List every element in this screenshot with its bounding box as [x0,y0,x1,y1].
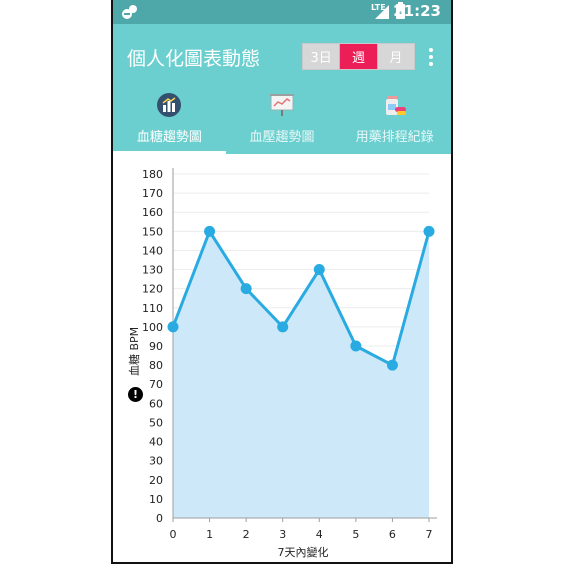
y-tick-label: 40 [149,436,163,449]
x-tick-label: 4 [316,528,323,541]
x-tick-label: 1 [206,528,213,541]
y-tick-label: 110 [142,302,163,315]
blood-sugar-chart: 0 10 20 30 40 50 60 70 80 90 100 110 120 130 140 150 160… [113,154,451,562]
y-tick-label: 100 [142,321,163,334]
y-tick-label: 50 [149,416,163,429]
y-tick-label: 20 [149,474,163,487]
app-bar: 個人化圖表動態 3日 週 月 血糖趨勢圖 血壓趨勢圖 用藥排程紀錄 [113,24,451,154]
phone-screen: LTE ! 21:23 個人化圖表動態 3日 週 月 血糖趨勢圖 血壓趨勢圖 用… [111,0,453,564]
y-tick-label: 130 [142,264,163,277]
bar-chart-icon [157,93,182,117]
overflow-menu-icon[interactable] [426,46,436,68]
y-tick-label: 60 [149,397,163,410]
x-axis-label: 7天內變化 [277,546,329,559]
tab-label: 血壓趨勢圖 [249,130,315,145]
data-point [386,359,398,371]
x-tick-label: 7 [426,528,433,541]
data-point [204,225,216,237]
presentation-board-icon [270,94,294,116]
range-3day-button[interactable]: 3日 [303,44,340,69]
tab-blood-sugar[interactable]: 血糖趨勢圖 [113,86,226,154]
signal-icon [375,5,389,19]
data-point [167,321,179,333]
notification-app-icon [122,5,137,19]
warning-icon[interactable]: ! [128,387,143,402]
y-tick-label: 120 [142,283,163,296]
tab-label: 用藥排程紀錄 [355,130,434,145]
range-toggle: 3日 週 月 [302,43,415,70]
y-tick-label: 0 [156,512,163,525]
page-title: 個人化圖表動態 [127,48,261,70]
x-tick-label: 6 [389,528,396,541]
series-area [173,231,429,518]
tab-medication[interactable]: 用藥排程紀錄 [338,86,451,154]
range-month-button[interactable]: 月 [376,44,414,69]
clock: 21:23 [393,2,441,20]
y-tick-label: 80 [149,359,163,372]
data-point [423,225,435,237]
x-tick-label: 0 [170,528,177,541]
status-bar: LTE ! 21:23 [113,0,451,24]
y-tick-label: 170 [142,187,163,200]
y-tick-label: 90 [149,340,163,353]
y-axis-label: 血糖 BPM [128,326,141,376]
tab-label: 血糖趨勢圖 [136,130,202,145]
x-tick-label: 2 [243,528,250,541]
tab-blood-pressure[interactable]: 血壓趨勢圖 [226,86,339,154]
data-point [313,264,325,276]
data-point [277,321,289,333]
y-tick-label: 140 [142,244,163,257]
y-tick-label: 150 [142,225,163,238]
data-point [350,340,362,352]
range-week-button[interactable]: 週 [339,44,377,69]
y-tick-label: 180 [142,168,163,181]
y-tick-label: 70 [149,378,163,391]
y-tick-label: 30 [149,455,163,468]
pill-bottle-icon [385,96,406,115]
tab-bar: 血糖趨勢圖 血壓趨勢圖 用藥排程紀錄 [113,86,451,154]
y-tick-label: 10 [149,493,163,506]
x-tick-label: 5 [352,528,359,541]
chart-canvas: 0102030405060708090100110120130140150160… [142,168,437,541]
y-tick-label: 160 [142,206,163,219]
data-point [240,283,252,295]
x-tick-label: 3 [279,528,286,541]
